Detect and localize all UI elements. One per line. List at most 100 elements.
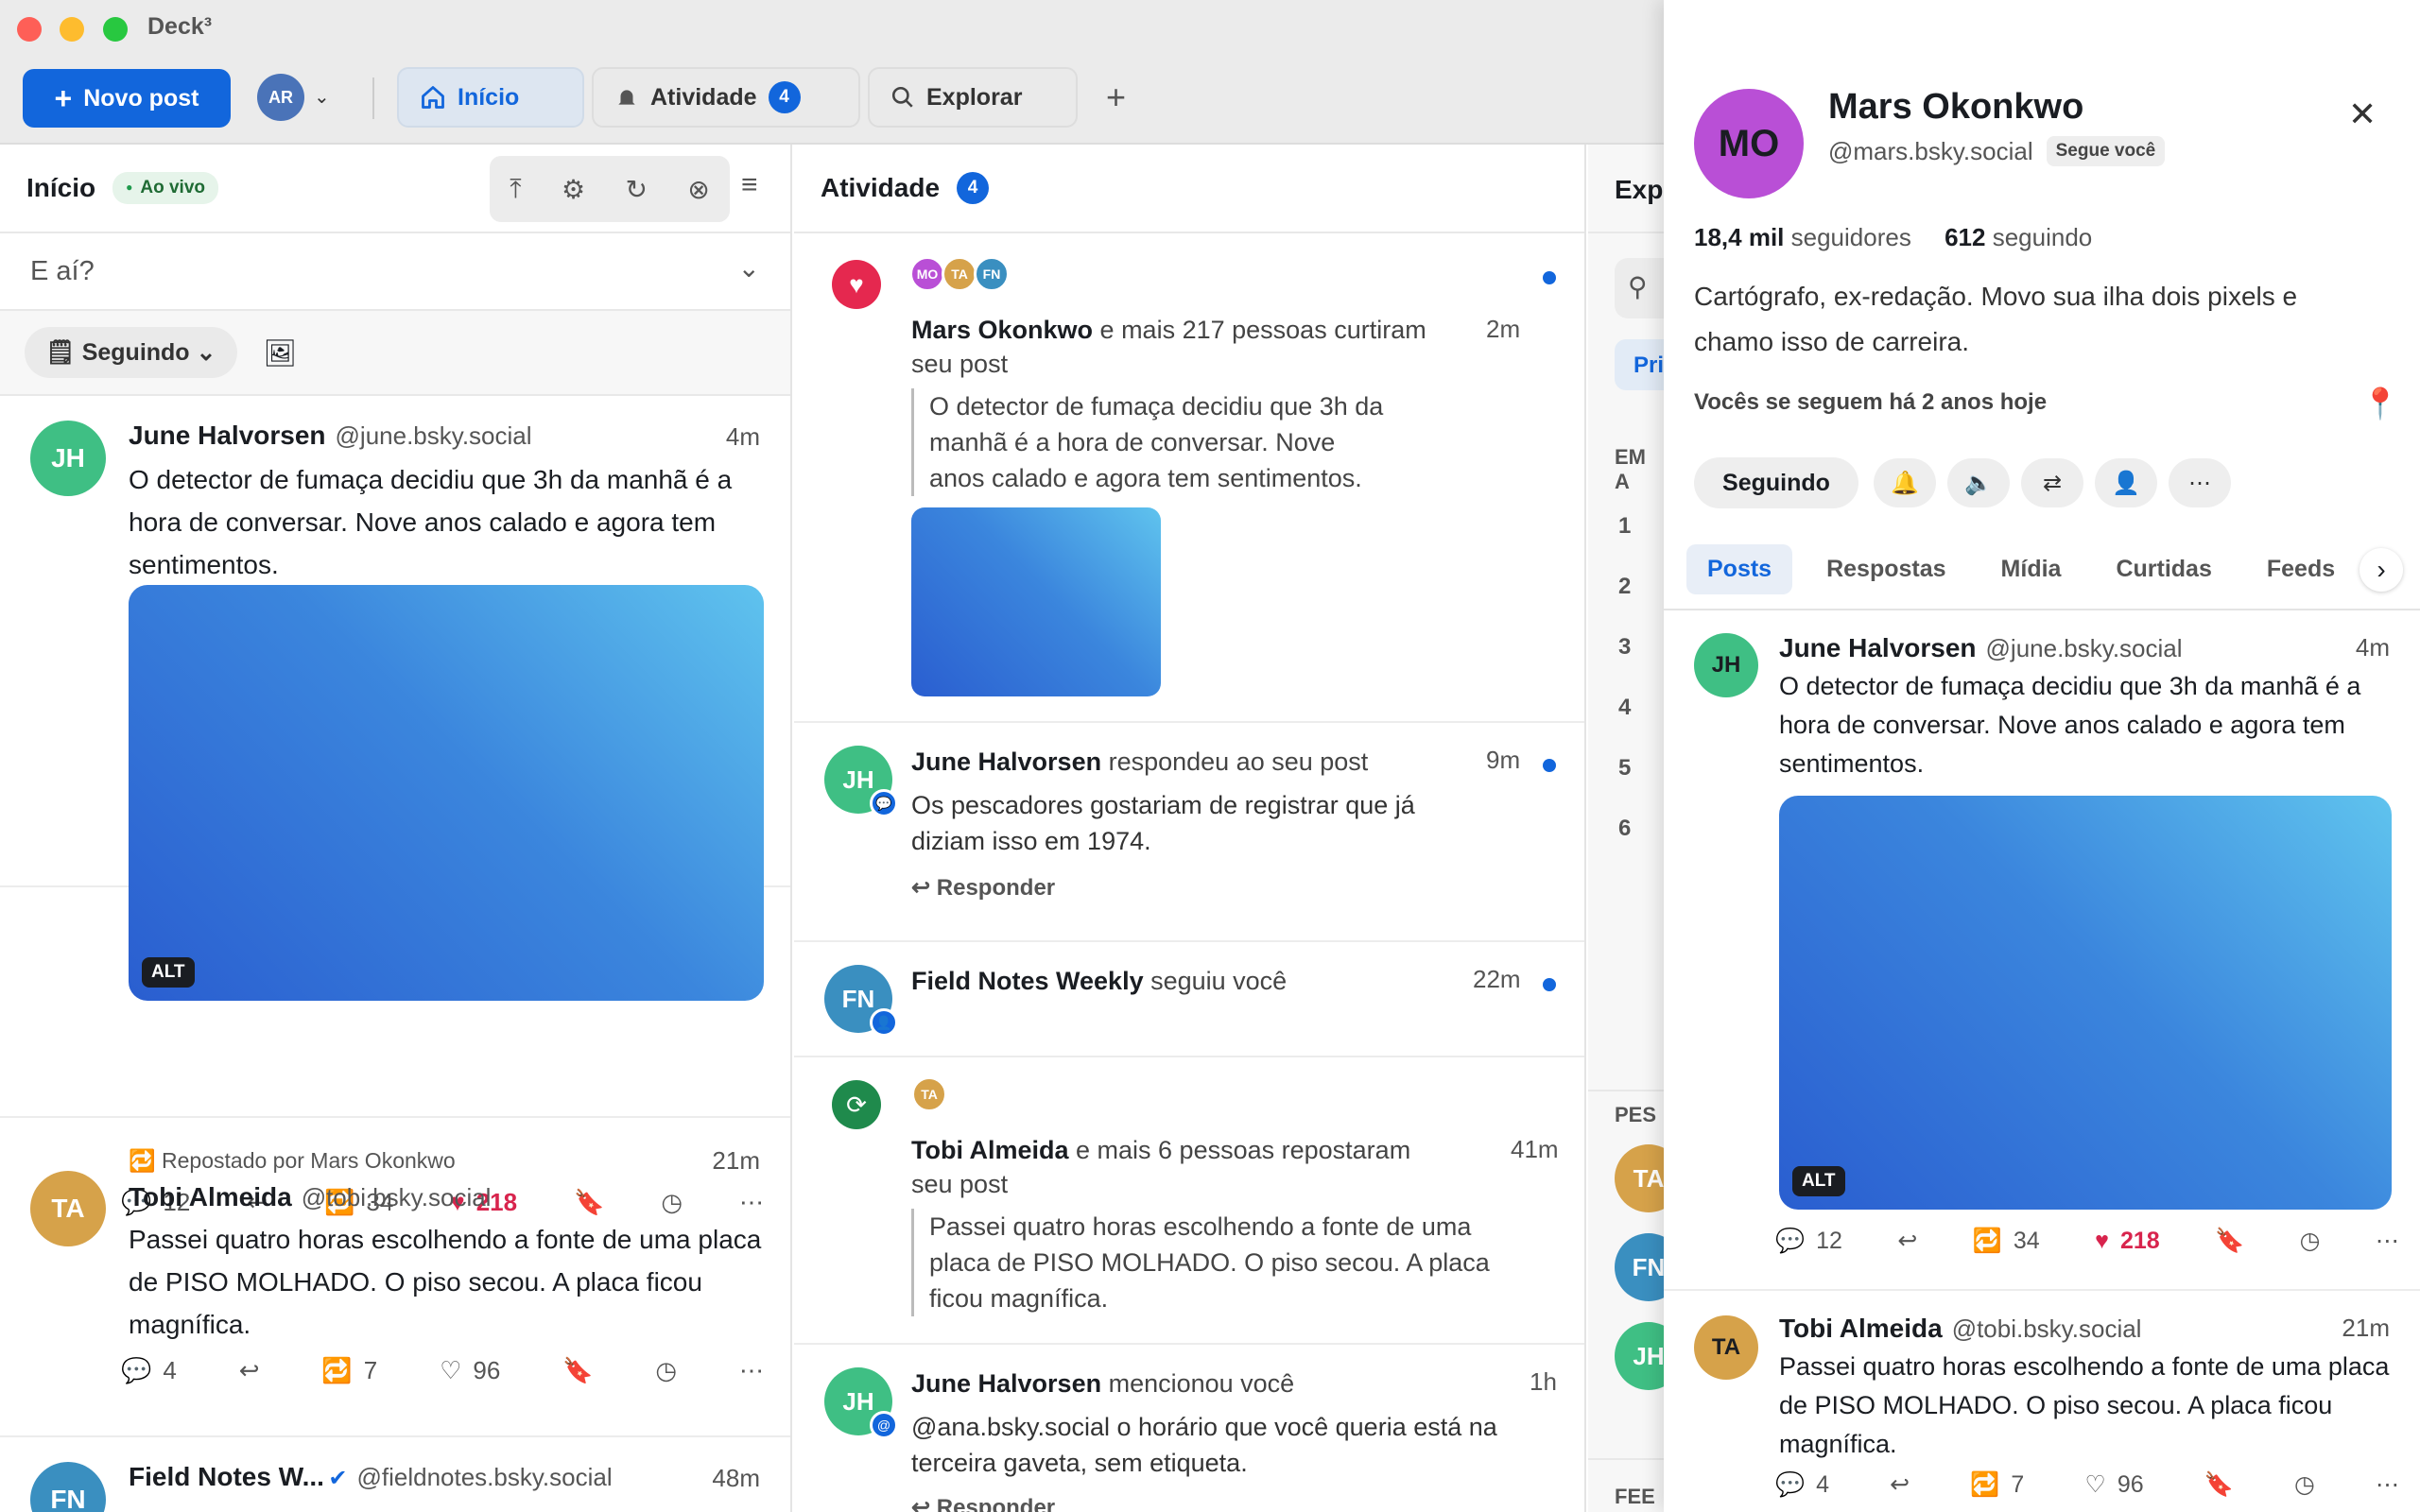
bookmark-icon[interactable]: 🔖 xyxy=(2215,1228,2244,1255)
trending-rank[interactable]: 6 xyxy=(1618,799,1631,859)
actor-name[interactable]: Tobi Almeida xyxy=(911,1136,1069,1164)
clock-icon[interactable]: ◷ xyxy=(2294,1470,2315,1499)
feed-post[interactable]: FN Field Notes W... ✔ @fieldnotes.bsky.so… xyxy=(0,1437,790,1512)
avatar[interactable]: FN xyxy=(974,256,1010,292)
compose-box[interactable]: E aí? ⌄ xyxy=(0,233,790,311)
trending-rank[interactable]: 3 xyxy=(1618,617,1631,678)
avatar[interactable]: TA xyxy=(1694,1315,1758,1380)
feed-post[interactable]: 🔁 Repostado por Mars Okonkwo TA Tobi Alm… xyxy=(0,1118,790,1439)
person-icon[interactable]: 👤 xyxy=(2095,458,2157,507)
scroll-top-icon[interactable]: ⤒ xyxy=(510,174,521,205)
trending-rank[interactable]: 2 xyxy=(1618,557,1631,617)
followers-label[interactable]: seguidores xyxy=(1791,223,1911,251)
tab-feeds[interactable]: Feeds xyxy=(2246,544,2356,594)
notification-like[interactable]: ♥ MO TA FN Mars Okonkwo e mais 217 pesso… xyxy=(794,233,1584,723)
actor-name[interactable]: June Halvorsen xyxy=(911,747,1101,776)
gear-icon[interactable]: ⚙ xyxy=(562,174,585,205)
bookmark-icon[interactable]: 🔖 xyxy=(562,1356,593,1385)
author-handle[interactable]: @tobi.bsky.social xyxy=(1952,1314,2142,1343)
avatar[interactable]: JH xyxy=(1615,1322,1664,1390)
tab-home[interactable]: Início xyxy=(397,67,584,128)
actor-name[interactable]: Field Notes Weekly xyxy=(911,967,1144,995)
clock-icon[interactable]: ◷ xyxy=(2300,1227,2321,1255)
tab-activity[interactable]: Atividade 4 xyxy=(592,67,860,128)
followers-count[interactable]: 18,4 mil xyxy=(1694,223,1784,251)
repost-button[interactable]: 🔁 7 xyxy=(1970,1471,2024,1499)
following-count[interactable]: 612 xyxy=(1945,223,1985,251)
more-icon[interactable]: ⋯ xyxy=(2376,1227,2399,1255)
author-name[interactable]: Tobi Almeida xyxy=(1779,1314,1943,1343)
trending-rank[interactable]: 5 xyxy=(1618,738,1631,799)
explore-pill[interactable]: Pri xyxy=(1615,339,1664,390)
profile-post[interactable]: JH June Halvorsen @june.bsky.social 4m O … xyxy=(1664,610,2420,1291)
quoted-image[interactable] xyxy=(911,507,1161,696)
avatar[interactable]: JH xyxy=(1694,633,1758,697)
account-avatar[interactable]: AR xyxy=(257,74,304,121)
bell-icon[interactable]: 🔔 xyxy=(1874,458,1936,507)
minimize-window-button[interactable] xyxy=(60,17,84,42)
following-label[interactable]: seguindo xyxy=(1993,223,2093,251)
avatar[interactable]: FN xyxy=(1615,1233,1664,1301)
tab-replies[interactable]: Respostas xyxy=(1806,544,1966,594)
alt-badge[interactable]: ALT xyxy=(142,957,195,988)
avatar[interactable]: FN xyxy=(30,1462,106,1512)
author-name[interactable]: June Halvorsen xyxy=(129,421,326,450)
reply-button[interactable]: 💬 4 xyxy=(121,1356,177,1385)
chevron-down-icon[interactable]: ⌄ xyxy=(314,85,330,109)
author-name[interactable]: Tobi Almeida xyxy=(129,1182,292,1211)
menu-icon[interactable]: ≡ xyxy=(741,169,758,201)
profile-post[interactable]: TA Tobi Almeida @tobi.bsky.social 21m Pas… xyxy=(1664,1293,2420,1512)
author-name[interactable]: June Halvorsen xyxy=(1779,633,1977,662)
share-icon[interactable]: ↩ xyxy=(239,1356,260,1385)
author-handle[interactable]: @june.bsky.social xyxy=(1986,634,2183,662)
post-image[interactable]: ALT xyxy=(129,585,764,1001)
repost-button[interactable]: 🔁 34 xyxy=(1973,1228,2040,1255)
feed-post[interactable]: JH June Halvorsen @june.bsky.social 4m O … xyxy=(0,396,790,1001)
more-icon[interactable]: ⋯ xyxy=(739,1356,764,1385)
avatar[interactable]: TA xyxy=(1615,1144,1664,1212)
notification-follow[interactable]: FN 👤 Field Notes Weekly seguiu você 22m xyxy=(794,942,1584,1057)
profile-avatar[interactable]: MO xyxy=(1694,89,1804,198)
author-handle[interactable]: @fieldnotes.bsky.social xyxy=(356,1463,612,1491)
mute-icon[interactable]: 🔈 xyxy=(1947,458,2010,507)
post-image[interactable]: ALT xyxy=(1779,796,2392,1210)
refresh-icon[interactable]: ↻ xyxy=(625,174,647,205)
avatar[interactable]: TA xyxy=(942,256,977,292)
chevron-right-icon[interactable]: › xyxy=(2360,548,2403,592)
zoom-window-button[interactable] xyxy=(103,17,128,42)
reply-button[interactable]: ↩ Responder xyxy=(911,874,1055,902)
tab-explore[interactable]: Explorar xyxy=(868,67,1078,128)
actor-name[interactable]: Mars Okonkwo xyxy=(911,316,1093,344)
chevron-down-icon[interactable]: ⌄ xyxy=(738,252,760,284)
quoted-post[interactable]: Passei quatro horas escolhendo a fonte d… xyxy=(911,1209,1535,1316)
tab-posts[interactable]: Posts xyxy=(1686,543,1793,594)
tab-media[interactable]: Mídia xyxy=(1980,544,2083,594)
actor-name[interactable]: June Halvorsen xyxy=(911,1369,1101,1398)
author-name[interactable]: Field Notes W... xyxy=(129,1462,324,1491)
like-button[interactable]: ♡ 96 xyxy=(2084,1470,2143,1499)
close-column-icon[interactable]: ⊗ xyxy=(687,174,709,205)
alt-badge[interactable]: ALT xyxy=(1792,1166,1845,1196)
repost-button[interactable]: 🔁 7 xyxy=(321,1356,377,1385)
author-handle[interactable]: @tobi.bsky.social xyxy=(302,1183,492,1211)
reply-button[interactable]: 💬 12 xyxy=(1775,1228,1842,1255)
notification-reply[interactable]: JH 💬 June Halvorsen respondeu ao seu pos… xyxy=(794,723,1584,942)
share-icon[interactable]: ↩ xyxy=(1890,1470,1910,1499)
like-button[interactable]: ♡ 96 xyxy=(440,1356,500,1385)
reply-button[interactable]: ↩ Responder xyxy=(911,1494,1055,1512)
avatar[interactable]: MO xyxy=(909,256,945,292)
feed-filter-dropdown[interactable]: 🗒 Seguindo ⌄ xyxy=(25,327,237,378)
explore-search-input[interactable]: ⚲ xyxy=(1615,258,1664,318)
share-icon[interactable]: ↩ xyxy=(1897,1227,1917,1255)
trending-rank[interactable]: 4 xyxy=(1618,678,1631,738)
repost-toggle-icon[interactable]: ⇄ xyxy=(2021,458,2083,507)
add-column-button[interactable]: + xyxy=(1106,77,1126,117)
close-icon[interactable]: ✕ xyxy=(2348,94,2377,134)
tab-likes[interactable]: Curtidas xyxy=(2095,544,2232,594)
clock-icon[interactable]: ◷ xyxy=(655,1356,677,1385)
avatar[interactable]: JH xyxy=(30,421,106,496)
avatar[interactable]: TA xyxy=(30,1171,106,1246)
reply-button[interactable]: 💬 4 xyxy=(1775,1471,1829,1499)
like-button[interactable]: ♥ 218 xyxy=(2095,1228,2160,1255)
more-icon[interactable]: ⋯ xyxy=(2169,458,2231,507)
